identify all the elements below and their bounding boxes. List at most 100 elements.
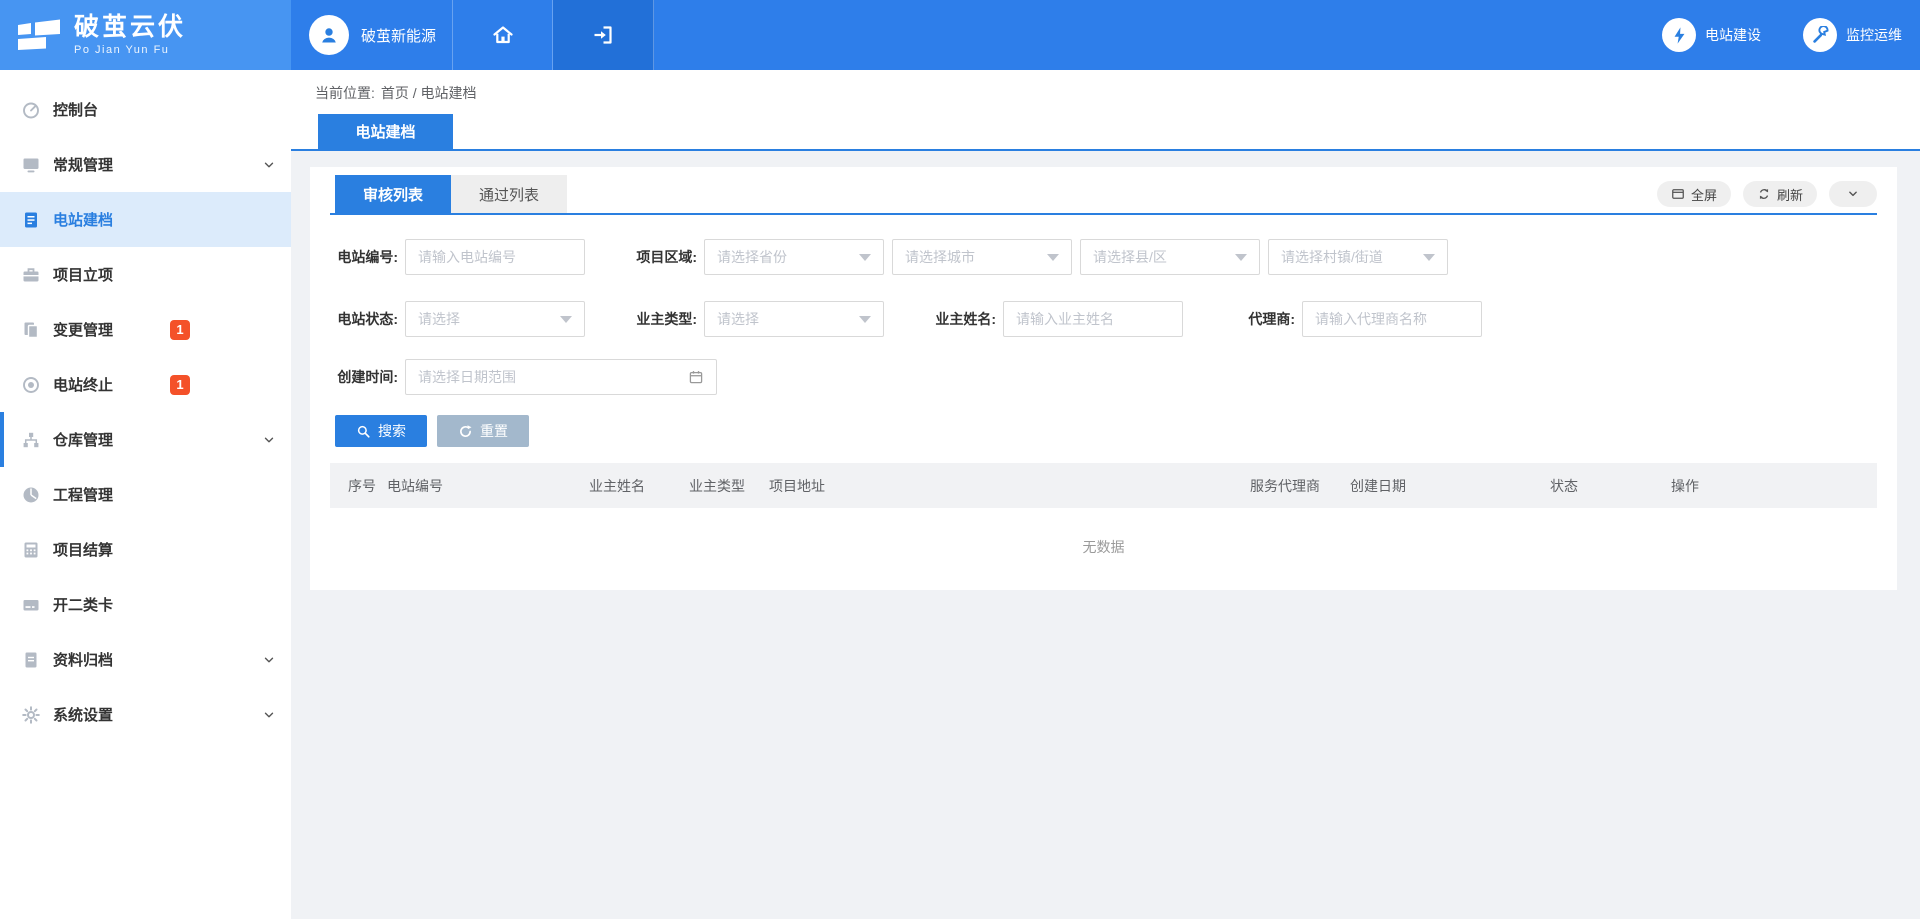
column-header: 电站编号 bbox=[387, 476, 443, 496]
home-icon bbox=[491, 23, 515, 47]
sidebar-item-label: 电站建档 bbox=[53, 209, 113, 230]
sidebar-item-label: 仓库管理 bbox=[53, 429, 113, 450]
filter-field: 请选择县/区 bbox=[1080, 239, 1260, 275]
sidebar-item-label: 项目结算 bbox=[53, 539, 113, 560]
select-dropdown[interactable]: 请选择村镇/街道 bbox=[1268, 239, 1448, 275]
filter-field: 创建时间: 请选择日期范围 bbox=[334, 359, 717, 395]
panel-tab[interactable]: 审核列表 bbox=[335, 175, 451, 213]
reset-icon bbox=[458, 424, 473, 439]
column-header: 业主姓名 bbox=[589, 476, 645, 496]
filter-field: 代理商: bbox=[1231, 301, 1482, 337]
caret-down-icon bbox=[1235, 254, 1247, 261]
archive-icon bbox=[20, 649, 42, 671]
sidebar-item-label: 常规管理 bbox=[53, 154, 113, 175]
column-header: 创建日期 bbox=[1350, 476, 1406, 496]
column-header: 状态 bbox=[1550, 476, 1578, 496]
sidebar-item-label: 电站终止 bbox=[53, 374, 113, 395]
gear-icon bbox=[20, 704, 42, 726]
card-toolbar: 全屏 刷新 bbox=[1657, 181, 1877, 207]
select-dropdown[interactable]: 请选择县/区 bbox=[1080, 239, 1260, 275]
sidebar-item-label: 变更管理 bbox=[53, 319, 113, 340]
text-input[interactable] bbox=[405, 239, 585, 275]
sidebar-item[interactable]: 控制台 bbox=[0, 82, 291, 137]
user-menu[interactable]: 破茧新能源 bbox=[291, 0, 453, 70]
content-card: 审核列表 通过列表 全屏 bbox=[310, 167, 1897, 590]
select-dropdown[interactable]: 请选择 bbox=[704, 301, 884, 337]
column-header: 服务代理商 bbox=[1250, 476, 1320, 496]
refresh-button[interactable]: 刷新 bbox=[1743, 181, 1817, 207]
sidebar-item[interactable]: 常规管理 bbox=[0, 137, 291, 192]
page-tab-active[interactable]: 电站建档 bbox=[318, 114, 453, 149]
caret-down-icon bbox=[859, 316, 871, 323]
wrench-icon bbox=[1803, 18, 1837, 52]
pages-icon bbox=[20, 319, 42, 341]
field-label: 业主姓名: bbox=[932, 309, 996, 329]
sitemap-icon bbox=[20, 429, 42, 451]
chevron-down-icon bbox=[1846, 187, 1860, 201]
reset-button[interactable]: 重置 bbox=[437, 415, 529, 447]
select-dropdown[interactable]: 请选择城市 bbox=[892, 239, 1072, 275]
chevron-down-icon bbox=[262, 158, 276, 172]
notification-badge: 1 bbox=[170, 375, 190, 395]
login-button[interactable] bbox=[553, 0, 654, 70]
filter-row: 电站编号: 项目区域: 请选择省份 bbox=[334, 239, 1897, 275]
filter-field: 项目区域: 请选择省份 bbox=[633, 239, 884, 275]
sidebar-item[interactable]: 资料归档 bbox=[0, 632, 291, 687]
caret-down-icon bbox=[1047, 254, 1059, 261]
select-dropdown[interactable]: 请选择省份 bbox=[704, 239, 884, 275]
field-label: 电站编号: bbox=[334, 247, 398, 267]
sidebar-item[interactable]: 项目立项 bbox=[0, 247, 291, 302]
filter-form: 电站编号: 项目区域: 请选择省份 bbox=[310, 239, 1897, 395]
field-label: 代理商: bbox=[1231, 309, 1295, 329]
briefcase-icon bbox=[20, 264, 42, 286]
date-range-input[interactable]: 请选择日期范围 bbox=[405, 359, 717, 395]
sidebar-item[interactable]: 工程管理 bbox=[0, 467, 291, 522]
sidebar-item-label: 控制台 bbox=[53, 99, 98, 120]
module-label: 电站建设 bbox=[1705, 25, 1761, 45]
field-label: 业主类型: bbox=[633, 309, 697, 329]
fullscreen-button[interactable]: 全屏 bbox=[1657, 181, 1731, 207]
text-input[interactable] bbox=[1003, 301, 1183, 337]
topbar-module[interactable]: 电站建设 bbox=[1662, 18, 1761, 52]
login-icon bbox=[591, 23, 615, 47]
search-button[interactable]: 搜索 bbox=[335, 415, 427, 447]
breadcrumb-label: 当前位置: bbox=[315, 83, 375, 103]
home-button[interactable] bbox=[453, 0, 553, 70]
sidebar-item[interactable]: 开二类卡 bbox=[0, 577, 291, 632]
company-name: 破茧新能源 bbox=[361, 25, 436, 46]
filter-row: 创建时间: 请选择日期范围 bbox=[334, 359, 1897, 395]
chevron-down-icon bbox=[262, 653, 276, 667]
topbar-module[interactable]: 监控运维 bbox=[1803, 18, 1902, 52]
target-icon bbox=[20, 374, 42, 396]
sidebar-item[interactable]: 变更管理 1 bbox=[0, 302, 291, 357]
breadcrumb-path[interactable]: 首页 / 电站建档 bbox=[381, 83, 477, 103]
meter-icon bbox=[20, 484, 42, 506]
table-header: 序号 电站编号 业主姓名 业主类型 项目地址 服务代理商 创建日期 状态 操作 bbox=[330, 463, 1877, 508]
filter-field: 业主类型: 请选择 bbox=[633, 301, 884, 337]
chevron-down-icon bbox=[262, 708, 276, 722]
panel-tab[interactable]: 通过列表 bbox=[451, 175, 567, 213]
fullscreen-icon bbox=[1671, 187, 1685, 201]
card-header: 审核列表 通过列表 全屏 bbox=[330, 167, 1877, 215]
calculator-icon bbox=[20, 539, 42, 561]
breadcrumb-strip: 当前位置: 首页 / 电站建档 电站建档 bbox=[291, 70, 1920, 151]
collapse-button[interactable] bbox=[1829, 181, 1877, 207]
sidebar-item[interactable]: 项目结算 bbox=[0, 522, 291, 577]
avatar bbox=[309, 15, 349, 55]
card-icon bbox=[20, 594, 42, 616]
breadcrumb: 当前位置: 首页 / 电站建档 bbox=[315, 83, 477, 103]
sidebar-item[interactable]: 电站终止 1 bbox=[0, 357, 291, 412]
field-label: 项目区域: bbox=[633, 247, 697, 267]
sidebar-item[interactable]: 仓库管理 bbox=[0, 412, 291, 467]
column-header: 项目地址 bbox=[769, 476, 825, 496]
text-input[interactable] bbox=[1302, 301, 1482, 337]
chevron-down-icon bbox=[262, 433, 276, 447]
caret-down-icon bbox=[859, 254, 871, 261]
sidebar-item-label: 资料归档 bbox=[53, 649, 113, 670]
select-dropdown[interactable]: 请选择 bbox=[405, 301, 585, 337]
dashboard-icon bbox=[20, 99, 42, 121]
sidebar-item[interactable]: 电站建档 bbox=[0, 192, 291, 247]
sidebar-item[interactable]: 系统设置 bbox=[0, 687, 291, 742]
notification-badge: 1 bbox=[170, 320, 190, 340]
lightning-icon bbox=[1662, 18, 1696, 52]
